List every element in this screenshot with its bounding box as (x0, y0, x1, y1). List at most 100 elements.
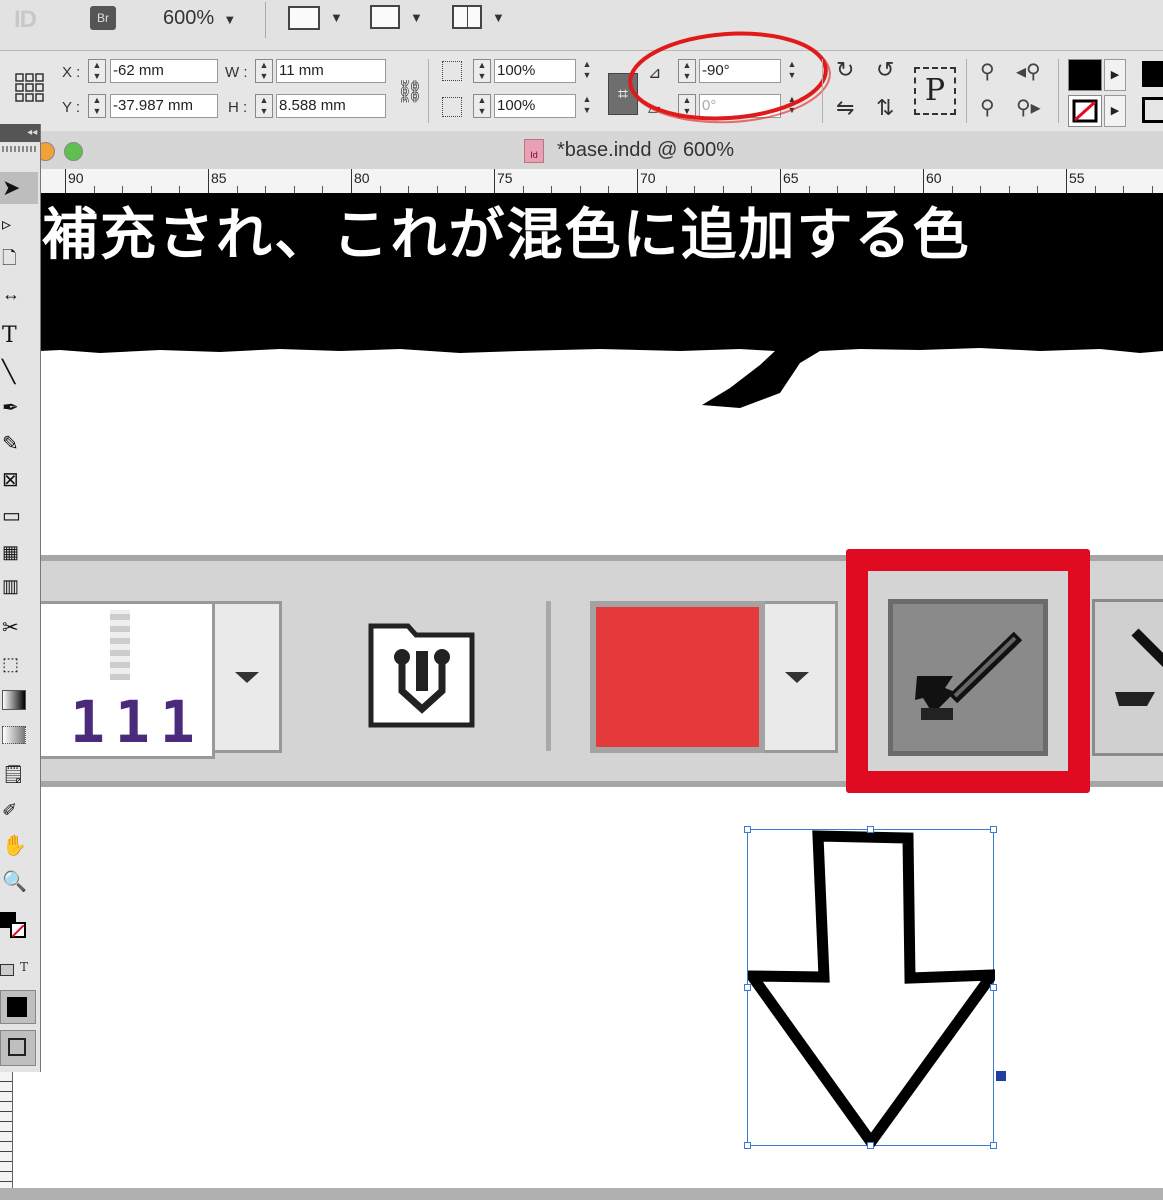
tools-panel: ◂◂ ➤ ▹ 🗋 ↔ T ╲ ✒ ✎ ⊠ ▭ ▦ ▥ ✂ ⬚ 🗒 ✐ ✋ 🔍 T (0, 124, 41, 1072)
constrain-proportions-icon[interactable]: ⛓ (396, 79, 424, 105)
tools-panel-header[interactable]: ◂◂ (0, 124, 40, 142)
scale-y-stepper[interactable]: ▲ ▼ (473, 94, 491, 118)
rectangle-tool-icon[interactable]: ▭ (0, 500, 38, 532)
select-container-icon[interactable]: ⚲ (980, 59, 995, 84)
bridge-button[interactable]: Br (90, 6, 116, 30)
hand-tool-icon[interactable]: ✋ (0, 830, 38, 862)
formatting-container-icon[interactable] (0, 964, 14, 976)
selection-handle[interactable] (990, 826, 997, 833)
selection-handle[interactable] (744, 1142, 751, 1149)
selection-handle[interactable] (744, 984, 751, 991)
stroke-swatch-none[interactable] (1068, 95, 1102, 127)
selection-tool-icon[interactable]: ➤ (0, 172, 38, 204)
y-position-field[interactable]: -37.987 mm (110, 94, 218, 118)
none-swatch-icon (11, 924, 25, 938)
stroke-style-dropdown[interactable] (212, 601, 282, 753)
table-tool-icon[interactable]: ▦ (0, 536, 38, 568)
normal-view-icon (7, 997, 27, 1017)
screen-mode-tool-button[interactable] (0, 1030, 36, 1066)
view-options-button[interactable] (288, 6, 320, 30)
screen-mode-icon (8, 1038, 26, 1056)
x-stepper[interactable]: ▲ ▼ (88, 59, 106, 83)
eyedropper-tool-icon[interactable]: ✐ (0, 794, 38, 826)
scale-y-field[interactable]: 100% (494, 94, 576, 118)
ruler-label: 90 (68, 170, 84, 186)
rotate-cw-icon[interactable]: ↻ (836, 57, 854, 83)
zoom-tool-icon[interactable]: 🔍 (0, 866, 38, 898)
fill-color-dropdown[interactable] (765, 601, 838, 753)
fill-swatch[interactable] (1068, 59, 1102, 91)
selected-arrow-frame[interactable] (744, 826, 997, 1149)
select-previous-icon[interactable]: ◂⚲ (1016, 59, 1041, 84)
line-tool-icon[interactable]: ╲ (0, 356, 38, 388)
stroke-color-proxy[interactable] (10, 922, 26, 938)
banner-text: 補充され、これが混色に追加する色 (42, 203, 971, 268)
swatch-folder-button[interactable] (368, 621, 475, 728)
chevron-down-icon[interactable]: ▼ (330, 10, 343, 25)
chevron-down-icon[interactable]: ▼ (492, 10, 505, 25)
pen-tool-icon[interactable]: ✒ (0, 392, 38, 424)
stroke-preview-strip (110, 610, 130, 680)
rectangle-frame-tool-icon[interactable]: ⊠ (0, 464, 38, 496)
flip-vertical-icon[interactable]: ⇅ (876, 95, 894, 121)
fill-color-swatch[interactable] (590, 601, 765, 753)
selection-handle[interactable] (990, 984, 997, 991)
selection-handle[interactable] (990, 1142, 997, 1149)
gradient-feather-tool-icon[interactable] (2, 726, 26, 744)
page-tool-icon[interactable]: 🗋 (0, 242, 38, 274)
zoom-button[interactable] (64, 142, 83, 161)
scale-x-dropdown[interactable]: ▲ ▼ (578, 59, 596, 83)
arrange-documents-icon (452, 5, 482, 29)
x-position-field[interactable]: -62 mm (110, 59, 218, 83)
control-panel: X : ▲ ▼ -62 mm Y : ▲ ▼ -37.987 mm W : ▲ ▼ 1… (0, 31, 1163, 132)
w-stepper[interactable]: ▲ ▼ (255, 59, 273, 83)
formatting-text-icon[interactable]: T (20, 960, 28, 974)
type-tool-icon[interactable]: T (0, 320, 38, 352)
note-tool-icon[interactable]: 🗒 (0, 758, 38, 790)
out-port-handle[interactable] (996, 1071, 1006, 1081)
normal-mode-button[interactable] (0, 990, 36, 1024)
scale-y-dropdown[interactable]: ▲ ▼ (578, 94, 596, 118)
y-stepper[interactable]: ▲ ▼ (88, 94, 106, 118)
screen-mode-button[interactable] (370, 5, 400, 29)
vertical-ruler[interactable] (0, 1072, 13, 1188)
reference-point-icon[interactable] (15, 73, 45, 103)
stroke-dropdown-arrow[interactable]: ▶ (1104, 95, 1126, 127)
h-label: H : (228, 99, 248, 116)
pencil-tool-icon[interactable]: ✎ (0, 428, 38, 460)
gap-tool-icon[interactable]: ↔ (0, 278, 38, 310)
direct-selection-tool-icon[interactable]: ▹ (0, 208, 38, 240)
scale-x-field[interactable]: 100% (494, 59, 576, 83)
flip-horizontal-icon[interactable]: ⇋ (836, 95, 854, 121)
select-content-icon[interactable]: ⚲ (980, 95, 995, 120)
fill-dropdown-arrow[interactable]: ▶ (1104, 59, 1126, 91)
selection-handle[interactable] (867, 826, 874, 833)
selection-handle[interactable] (744, 826, 751, 833)
ruler-minor-tick (1008, 186, 1010, 193)
gradient-swatch-tool-icon[interactable] (2, 690, 26, 710)
rotate-ccw-icon[interactable]: ↺ (876, 57, 894, 83)
selection-handle[interactable] (867, 1142, 874, 1149)
width-field[interactable]: 11 mm (276, 59, 386, 83)
scale-x-stepper[interactable]: ▲ ▼ (473, 59, 491, 83)
zoom-level-dropdown[interactable]: 600% ▼ (163, 7, 236, 30)
ruler-label: 70 (640, 170, 656, 186)
free-transform-tool-icon[interactable]: ⬚ (0, 648, 38, 680)
table-tool-2-icon[interactable]: ▥ (0, 570, 38, 602)
apply-none-button[interactable] (1092, 599, 1163, 756)
arrange-documents-button[interactable] (452, 5, 482, 29)
rotation-proxy-icon: P (914, 67, 956, 115)
stroke-style-preview[interactable]: 111 (40, 601, 215, 759)
select-next-icon[interactable]: ⚲▸ (1016, 95, 1041, 120)
h-stepper[interactable]: ▲ ▼ (255, 94, 273, 118)
ruler-major-tick (1066, 169, 1067, 193)
scissors-tool-icon[interactable]: ✂ (0, 612, 38, 644)
stroke-type-swatch[interactable] (1142, 97, 1163, 123)
reference-point-grid (15, 73, 44, 102)
height-field[interactable]: 8.588 mm (276, 94, 386, 118)
panel-grip[interactable] (2, 146, 36, 152)
none-swatch-icon (1072, 99, 1098, 123)
chevron-down-icon[interactable]: ▼ (410, 10, 423, 25)
ruler-minor-tick (1037, 186, 1039, 193)
stroke-weight-swatch[interactable] (1142, 61, 1163, 87)
